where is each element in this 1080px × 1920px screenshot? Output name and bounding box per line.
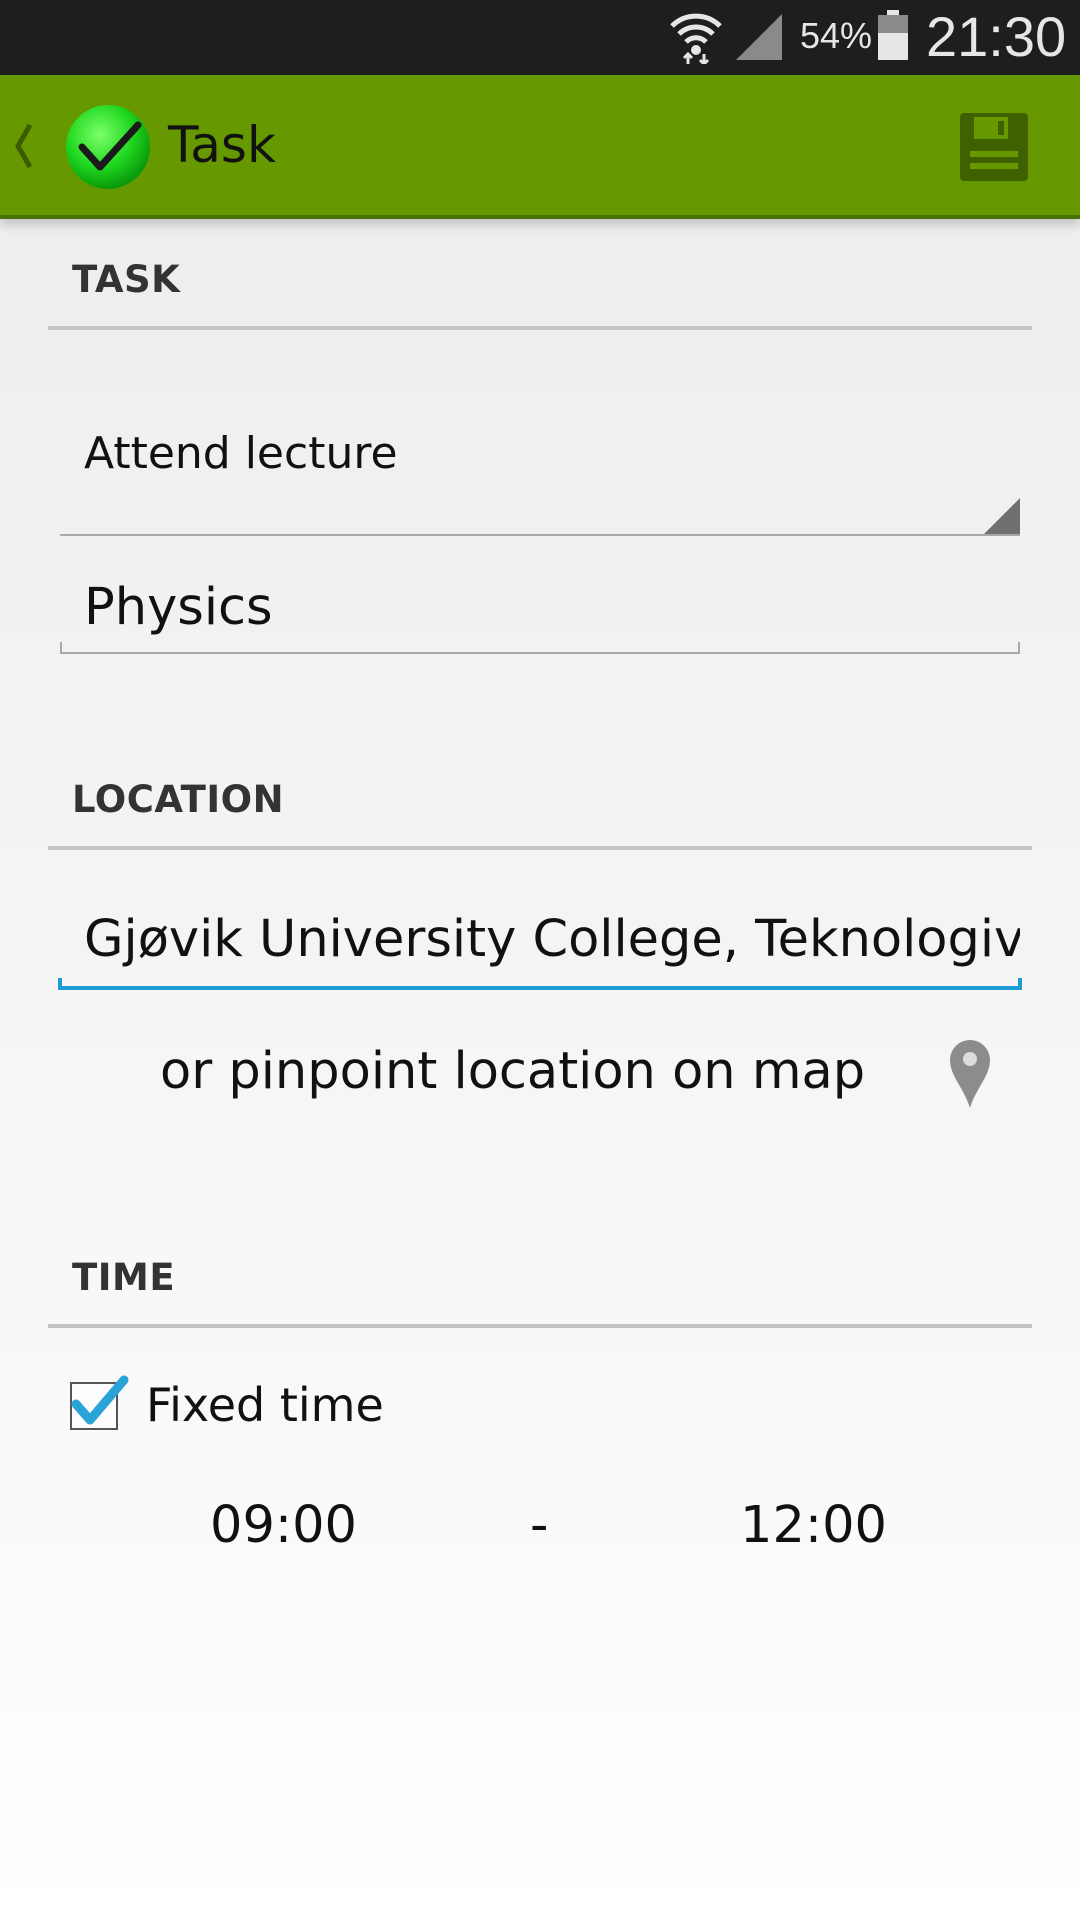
- task-type-spinner[interactable]: Attend lecture: [60, 400, 1020, 536]
- time-separator: -: [530, 1496, 549, 1555]
- checkmark-icon: [71, 1375, 129, 1425]
- time-section-label: TIME: [72, 1256, 176, 1299]
- page-title: Task: [168, 116, 276, 174]
- location-input[interactable]: Gjøvik University College, Teknologivege…: [58, 900, 1022, 990]
- clock: 21:30: [926, 5, 1067, 68]
- spinner-dropdown-icon: [984, 498, 1020, 534]
- signal-icon: [736, 14, 782, 60]
- status-bar: 54% 21:30: [0, 0, 1080, 75]
- course-value: Physics: [84, 578, 273, 637]
- end-time[interactable]: 12:00: [740, 1496, 887, 1555]
- pinpoint-location-button[interactable]: or pinpoint location on map: [60, 1030, 1020, 1120]
- task-section-header: TASK: [48, 258, 1032, 330]
- wifi-icon: [670, 13, 722, 64]
- location-value: Gjøvik University College, Teknologivege…: [84, 910, 1020, 969]
- fixed-time-label: Fixed time: [146, 1378, 384, 1432]
- fixed-time-checkbox[interactable]: [70, 1375, 129, 1430]
- pinpoint-label: or pinpoint location on map: [160, 1042, 866, 1101]
- map-pin-icon[interactable]: [946, 1036, 994, 1110]
- time-section-header: TIME: [48, 1256, 1032, 1328]
- location-section-header: LOCATION: [48, 778, 1032, 850]
- battery-icon: [878, 10, 908, 60]
- task-type-value: Attend lecture: [84, 428, 398, 479]
- save-floppy-icon[interactable]: [958, 111, 1030, 183]
- location-section-label: LOCATION: [72, 778, 285, 821]
- start-time[interactable]: 09:00: [210, 1496, 357, 1555]
- task-section-label: TASK: [72, 258, 181, 301]
- checkmark-app-icon: [66, 105, 150, 189]
- back-chevron-icon[interactable]: [12, 121, 36, 171]
- course-field[interactable]: Physics: [60, 560, 1020, 654]
- action-bar: Task: [0, 75, 1080, 219]
- battery-percent: 54%: [800, 15, 873, 56]
